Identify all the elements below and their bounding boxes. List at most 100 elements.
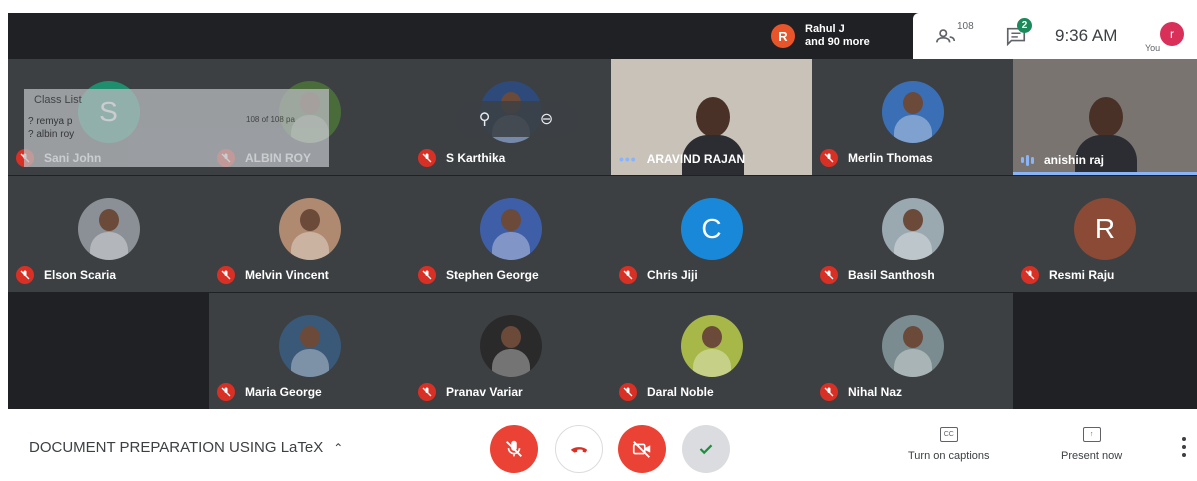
clock: 9:36 AM xyxy=(1055,26,1118,45)
presenter-text: Rahul J and 90 more xyxy=(805,23,870,49)
participant-name-row: S Karthika xyxy=(418,149,505,167)
participant-avatar: R xyxy=(1074,198,1136,261)
participant-name-row: anishin raj xyxy=(1021,153,1104,167)
mic-off-icon xyxy=(217,266,235,284)
check-icon xyxy=(699,444,713,455)
participant-name-row: Elson Scaria xyxy=(16,266,116,284)
videocam-off-icon xyxy=(632,441,651,458)
mic-off-icon xyxy=(619,266,637,284)
participant-tile[interactable]: Pranav Variar xyxy=(410,293,611,409)
audio-level-icon xyxy=(1021,154,1034,166)
participant-name-row: ••• ARAVIND RAJAN xyxy=(619,151,745,167)
mic-off-icon xyxy=(820,149,838,167)
captions-button[interactable]: CC Turn on captions xyxy=(908,427,990,462)
people-icon xyxy=(936,29,956,43)
participant-tile[interactable]: Nihal Naz xyxy=(812,293,1013,409)
participant-name: Maria George xyxy=(245,385,322,399)
participant-name: Resmi Raju xyxy=(1049,268,1115,282)
presenter-chip[interactable]: R Rahul J and 90 more xyxy=(763,13,913,59)
present-label: Present now xyxy=(1061,450,1123,462)
participant-tile[interactable]: C Chris Jiji xyxy=(611,176,812,292)
participant-name: Stephen George xyxy=(446,268,539,282)
top-bar: R Rahul J and 90 more 108 2 9:36 AM r Yo… xyxy=(8,13,1197,59)
participant-name: Chris Jiji xyxy=(647,268,698,282)
participant-avatar xyxy=(278,315,341,378)
mic-off-icon xyxy=(418,266,436,284)
participant-avatar xyxy=(77,198,140,261)
camera-toggle-button[interactable] xyxy=(618,425,666,473)
self-avatar[interactable]: r You xyxy=(1145,13,1189,59)
participant-name-row: Nihal Naz xyxy=(820,383,902,401)
mic-off-icon xyxy=(820,383,838,401)
participant-name: ARAVIND RAJAN xyxy=(646,152,746,166)
mic-off-icon xyxy=(619,383,637,401)
participant-name-row: Basil Santhosh xyxy=(820,266,935,284)
class-list-line: ? remya p xyxy=(28,116,73,127)
chevron-up-icon: ⌃ xyxy=(333,440,344,455)
chat-button[interactable]: 2 xyxy=(1005,18,1039,51)
participant-name: Pranav Variar xyxy=(446,385,523,399)
more-vert-icon xyxy=(1182,437,1186,441)
check-button[interactable] xyxy=(682,425,730,473)
top-right-controls: 108 2 9:36 AM r You xyxy=(913,13,1197,59)
mic-off-icon xyxy=(418,149,436,167)
participant-name-row: Daral Noble xyxy=(619,383,714,401)
participant-avatar xyxy=(278,198,341,261)
present-to-all-icon: ↑ xyxy=(1082,427,1101,442)
people-button[interactable]: 108 xyxy=(935,21,985,51)
participant-tile[interactable]: Daral Noble xyxy=(611,293,812,409)
meeting-details-button[interactable]: DOCUMENT PREPARATION USING LaTeX ⌃ xyxy=(29,439,343,456)
mic-off-icon xyxy=(820,266,838,284)
participant-avatar xyxy=(479,198,542,261)
participant-avatar xyxy=(680,315,743,378)
mic-off-icon xyxy=(217,383,235,401)
participant-tile[interactable]: Merlin Thomas xyxy=(812,59,1013,175)
participant-tile[interactable]: Elson Scaria xyxy=(8,176,209,292)
participant-name: Elson Scaria xyxy=(44,268,117,282)
empty-tile xyxy=(8,293,209,409)
people-count: 108 xyxy=(957,21,974,32)
participant-tile[interactable]: anishin raj xyxy=(1013,59,1197,175)
participant-tile[interactable]: Stephen George xyxy=(410,176,611,292)
participant-avatar xyxy=(479,315,542,378)
presenter-name: Rahul J xyxy=(805,23,845,35)
participant-name-row: Chris Jiji xyxy=(619,266,698,284)
participant-avatar xyxy=(881,81,944,144)
participant-avatar xyxy=(881,315,944,378)
captions-label: Turn on captions xyxy=(908,450,990,462)
empty-tile xyxy=(1013,293,1197,409)
meeting-title: DOCUMENT PREPARATION USING LaTeX xyxy=(29,439,324,456)
mic-off-icon xyxy=(1021,266,1039,284)
participant-name-row: Stephen George xyxy=(418,266,539,284)
chat-badge: 2 xyxy=(1017,18,1032,33)
participant-name-row: Pranav Variar xyxy=(418,383,523,401)
class-list-title: Class List xyxy=(34,94,82,106)
participant-name-row: Resmi Raju xyxy=(1021,266,1114,284)
participant-name-row: Merlin Thomas xyxy=(820,149,933,167)
mic-off-icon xyxy=(418,383,436,401)
participant-name: Daral Noble xyxy=(647,385,714,399)
leave-call-button[interactable] xyxy=(555,425,603,473)
closed-caption-icon: CC xyxy=(939,427,958,442)
participant-tile[interactable]: R Resmi Raju xyxy=(1013,176,1197,292)
remove-icon[interactable]: ⊖ xyxy=(540,109,553,129)
presenter-avatar: R xyxy=(771,24,795,48)
tile-hover-controls: ⚲ ⊖ xyxy=(454,101,578,137)
mic-off-icon xyxy=(506,440,522,457)
participant-tile[interactable]: Basil Santhosh xyxy=(812,176,1013,292)
mic-off-icon xyxy=(16,266,34,284)
participant-grid: SSani JohnALBIN ROYS Karthika•••ARAVIND … xyxy=(8,59,1197,409)
participant-tile[interactable]: ••• ARAVIND RAJAN xyxy=(611,59,812,175)
participant-tile[interactable]: Melvin Vincent xyxy=(209,176,410,292)
class-list-line: ? albin roy xyxy=(28,129,75,140)
participant-name: Nihal Naz xyxy=(848,385,903,399)
class-list-count: 108 of 108 pa xyxy=(246,115,295,124)
present-now-button[interactable]: ↑ Present now xyxy=(1061,427,1122,462)
self-label: You xyxy=(1145,43,1161,53)
microphone-toggle-button[interactable] xyxy=(490,425,538,473)
participant-name-row: Maria George xyxy=(217,383,322,401)
meet-window: R Rahul J and 90 more 108 2 9:36 AM r Yo… xyxy=(0,0,1197,481)
pin-icon[interactable]: ⚲ xyxy=(479,109,491,129)
more-options-button[interactable] xyxy=(1179,437,1189,457)
participant-tile[interactable]: Maria George xyxy=(209,293,410,409)
